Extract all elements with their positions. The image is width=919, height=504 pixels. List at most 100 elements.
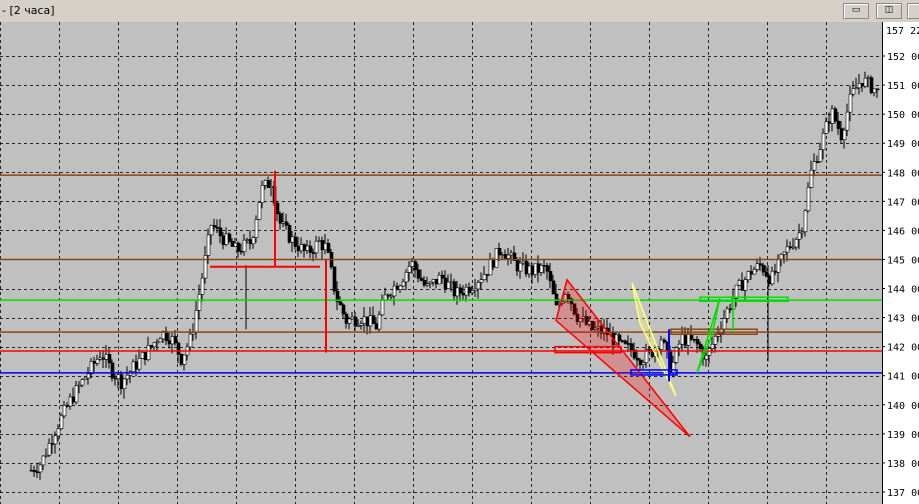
minimize-button[interactable]: ▭ <box>843 3 869 19</box>
candle-body <box>59 415 64 429</box>
candle-body <box>86 373 91 379</box>
price-tick-label: 140 00 <box>887 401 919 412</box>
candle-body <box>122 378 127 390</box>
candle-body <box>389 295 394 298</box>
candle-body <box>332 266 337 292</box>
candle-body <box>809 169 814 188</box>
maximize-button[interactable]: ◫ <box>876 3 902 19</box>
candle-body <box>455 287 460 297</box>
candle-body <box>194 310 199 333</box>
chart-background <box>0 22 882 504</box>
candle-body <box>689 334 694 340</box>
candle-body <box>365 316 370 327</box>
candle-body <box>377 314 382 330</box>
close-button[interactable] <box>907 3 919 19</box>
candle-body <box>173 336 178 344</box>
candle-body <box>95 359 100 364</box>
candle-body <box>197 294 202 311</box>
candle-body <box>404 272 409 283</box>
candle-body <box>833 108 838 122</box>
candle-body <box>74 385 79 403</box>
candle-body <box>815 161 820 163</box>
candle-body <box>488 259 493 276</box>
candle-body <box>494 248 499 268</box>
candle-body <box>485 274 490 276</box>
candle-body <box>416 269 421 279</box>
candle-body <box>71 396 76 403</box>
candle-body <box>635 357 640 361</box>
candle-body <box>464 286 469 296</box>
candle-body <box>83 377 88 381</box>
candle-body <box>206 234 211 256</box>
candle-body <box>515 260 520 272</box>
price-tick-label: 149 00 <box>887 139 919 150</box>
price-chart[interactable]: 157 22 152 00 151 00 150 00 149 00 148 00 147 … <box>0 22 919 504</box>
candle-body <box>44 454 49 457</box>
candle-body <box>290 236 295 243</box>
candle-body <box>323 243 328 251</box>
candle-body <box>854 87 859 90</box>
candle-body <box>752 269 757 275</box>
candle-body <box>62 405 67 417</box>
candle-body <box>761 264 766 273</box>
candle-body <box>851 88 856 95</box>
candle-body <box>254 219 259 238</box>
price-tick-label: 139 00 <box>887 430 919 441</box>
candle-body <box>260 185 265 203</box>
candle-body <box>299 244 304 252</box>
candle-body <box>638 359 643 365</box>
candle-body <box>362 316 367 324</box>
candle-body <box>56 428 61 437</box>
candle-body <box>449 281 454 284</box>
candle-body <box>239 250 244 253</box>
candle-body <box>722 318 727 330</box>
candle-body <box>158 338 163 343</box>
candle-body <box>143 352 148 361</box>
current-price-label: 157 22 <box>886 26 919 37</box>
candle-body <box>527 265 532 275</box>
candle-body <box>41 455 46 466</box>
candle-body <box>32 470 37 473</box>
candle-body <box>212 225 217 228</box>
candle-body <box>626 343 631 345</box>
candle-body <box>686 334 691 346</box>
candle-body <box>554 293 559 306</box>
candle-body <box>740 280 745 291</box>
candle-body <box>188 333 193 348</box>
candle-body <box>770 270 775 285</box>
candle-body <box>371 315 376 324</box>
candle-body <box>728 308 733 311</box>
candle-body <box>842 129 847 141</box>
candle-body <box>452 281 457 297</box>
candle-body <box>506 254 511 259</box>
candle-body <box>65 405 70 407</box>
candle-body <box>347 318 352 324</box>
candle-body <box>200 277 205 295</box>
candle-body <box>866 77 871 79</box>
candle-body <box>737 280 742 286</box>
candle-body <box>461 292 466 296</box>
candle-body <box>482 274 487 281</box>
candle-body <box>794 239 799 248</box>
price-tick-label: 150 00 <box>887 110 919 121</box>
candle-body <box>179 353 184 365</box>
candle-body <box>317 240 322 242</box>
candle-body <box>92 361 97 364</box>
price-tick-label: 144 00 <box>887 285 919 296</box>
candle-body <box>545 265 550 272</box>
candle-body <box>68 396 73 407</box>
candle-body <box>149 345 154 348</box>
candle-body <box>758 263 763 266</box>
candle-body <box>710 343 715 349</box>
candle-body <box>437 274 442 285</box>
candle-body <box>509 252 514 256</box>
candle-body <box>674 347 679 363</box>
chart-canvas[interactable]: 157 22 152 00 151 00 150 00 149 00 148 00 147 … <box>0 22 919 504</box>
candle-body <box>293 236 298 247</box>
candle-body <box>734 284 739 299</box>
candle-body <box>746 271 751 280</box>
candle-body <box>503 254 508 259</box>
candle-body <box>266 180 271 188</box>
candle-body <box>431 279 436 283</box>
candle-body <box>830 108 835 124</box>
